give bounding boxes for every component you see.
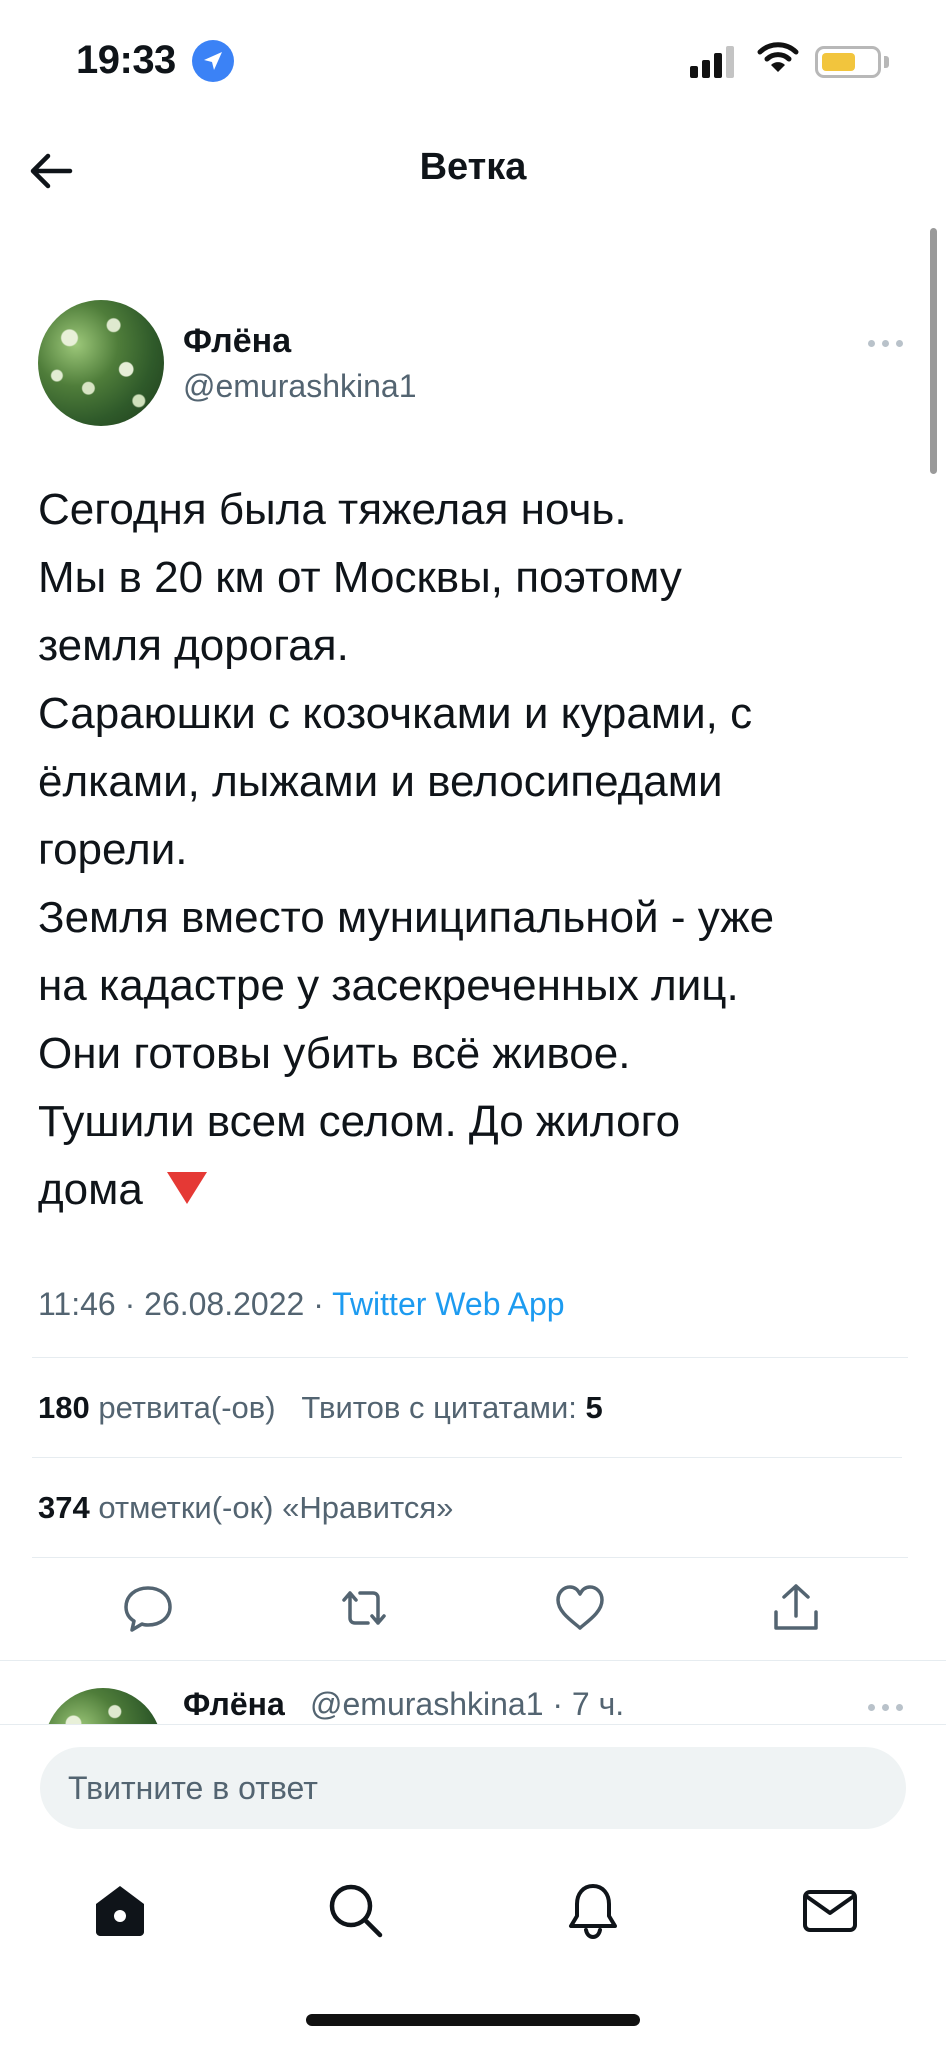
reply-tweet-preview[interactable]: Флёна @emurashkina1 · 7 ч. — [0, 1662, 946, 1724]
divider — [0, 1660, 946, 1661]
likes-stats[interactable]: 374 отметки(-ок) «Нравится» — [38, 1490, 453, 1526]
tweet-text-line: Сараюшки с козочками и курами, с — [38, 689, 753, 738]
share-icon[interactable] — [768, 1580, 824, 1636]
tweet-text-line: Земля вместо муниципальной - уже — [38, 893, 775, 942]
tweet-text-line: Они готовы убить всё живое. — [38, 1029, 631, 1078]
likes-label: отметки(-ок) «Нравится» — [98, 1490, 454, 1525]
retweets-label: ретвита(-ов) — [98, 1390, 276, 1425]
tweet-text-line: на кадастре у засекреченных лиц. — [38, 961, 739, 1010]
avatar[interactable] — [44, 1688, 162, 1724]
retweets-link[interactable]: 180 ретвита(-ов) — [38, 1390, 276, 1425]
red-triangle-down-icon — [166, 1172, 207, 1205]
notifications-icon[interactable] — [563, 1880, 623, 1940]
divider — [32, 1557, 908, 1558]
author-name[interactable]: Флёна — [183, 322, 291, 361]
reply-handle-time: @emurashkina1 · 7 ч. — [310, 1686, 625, 1722]
retweets-count: 180 — [38, 1390, 90, 1425]
retweet-icon[interactable] — [336, 1580, 392, 1636]
thread-header: Ветка — [0, 130, 946, 210]
cellular-signal-icon — [690, 44, 738, 78]
quotes-link[interactable]: Твитов с цитатами: 5 — [301, 1390, 602, 1425]
messages-icon[interactable] — [800, 1880, 860, 1940]
author-handle[interactable]: @emurashkina1 — [183, 368, 416, 405]
home-indicator[interactable] — [306, 2014, 640, 2026]
tweet-text-line: Тушили всем селом. До жилого — [38, 1097, 681, 1146]
battery-icon — [815, 46, 881, 78]
location-arrow-icon — [192, 40, 234, 82]
tweet-text-line: ёлками, лыжами и велосипедами — [38, 757, 723, 806]
reply-author-name[interactable]: Флёна — [183, 1686, 285, 1723]
more-options-icon[interactable] — [866, 334, 906, 354]
search-icon[interactable] — [325, 1880, 385, 1940]
tweet-text-line: дома — [38, 1165, 143, 1214]
tweet-text: Сегодня была тяжелая ночь. Мы в 20 км от… — [38, 476, 918, 1224]
likes-count: 374 — [38, 1490, 90, 1525]
tweet-meta: 11:46 · 26.08.2022 · Twitter Web App — [38, 1286, 565, 1323]
scroll-indicator[interactable] — [930, 228, 937, 474]
divider — [32, 1357, 908, 1358]
reply-composer — [0, 1724, 946, 1834]
divider — [32, 1457, 902, 1458]
tweet-text-line: горели. — [38, 825, 188, 874]
page-title: Ветка — [419, 146, 527, 188]
wifi-icon — [757, 42, 799, 72]
tweet-text-last-line: дома — [38, 1156, 918, 1224]
status-time: 19:33 — [76, 38, 176, 82]
tweet-source-link[interactable]: Twitter Web App — [332, 1286, 564, 1322]
more-options-icon[interactable] — [866, 1698, 906, 1718]
tweet-text-line: Сегодня была тяжелая ночь. — [38, 485, 627, 534]
avatar[interactable] — [38, 300, 164, 426]
like-icon[interactable] — [552, 1580, 608, 1636]
tweet-date: 26.08.2022 — [144, 1286, 305, 1322]
status-bar: 19:33 — [0, 0, 946, 120]
reply-icon[interactable] — [120, 1580, 176, 1636]
retweet-stats: 180 ретвита(-ов) Твитов с цитатами: 5 — [38, 1390, 603, 1426]
home-icon[interactable] — [90, 1880, 150, 1940]
bottom-tab-bar — [0, 1860, 946, 1960]
quotes-count: 5 — [585, 1390, 603, 1425]
tweet-text-line: земля дорогая. — [38, 621, 349, 670]
reply-input[interactable] — [40, 1747, 906, 1829]
tweet-time: 11:46 — [38, 1286, 116, 1322]
meta-separator: · — [313, 1286, 324, 1322]
tweet-actions — [0, 1580, 946, 1650]
tweet-text-line: Мы в 20 км от Москвы, поэтому — [38, 553, 682, 602]
quotes-label: Твитов с цитатами: — [301, 1390, 577, 1425]
meta-separator: · — [124, 1286, 136, 1322]
